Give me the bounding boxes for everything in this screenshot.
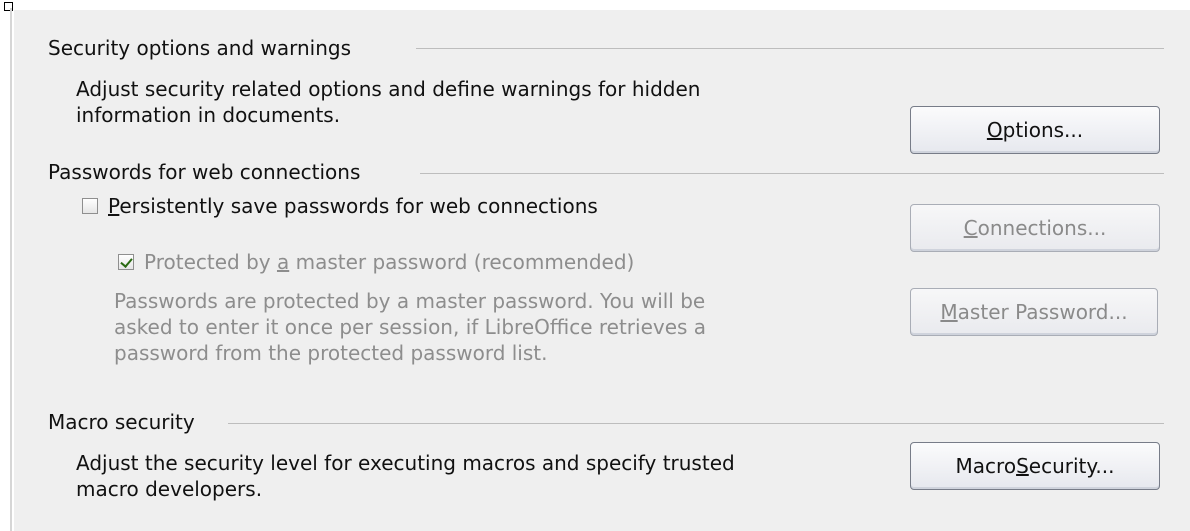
master-password-description: Passwords are protected by a master pass… [114,288,706,366]
macro-button-mnemonic: S [1016,454,1029,478]
master-desc-line3: password from the protected password lis… [114,341,548,365]
master-password-label: Protected by a master password (recommen… [144,250,634,274]
master-password-checkbox[interactable] [118,254,134,270]
persist-passwords-label: Persistently save passwords for web conn… [108,194,598,218]
master-password-button[interactable]: Master Password... [910,288,1158,336]
passwords-separator [420,173,1164,174]
persist-passwords-checkbox[interactable] [82,198,98,214]
master-password-suffix: master password (recommended) [289,250,635,274]
persist-passwords-mnemonic: P [108,194,120,218]
master-password-mnemonic: a [276,250,290,274]
connections-button[interactable]: Connections... [910,204,1160,252]
options-button-mnemonic: O [986,118,1003,142]
options-button[interactable]: Options... [910,106,1160,154]
macro-security-separator [228,423,1164,424]
passwords-title: Passwords for web connections [48,160,361,184]
master-desc-line2: asked to enter it once per session, if L… [114,315,707,339]
master-password-prefix: Protected by [144,250,277,274]
security-options-title: Security options and warnings [48,36,351,60]
macro-button-label: ecurity... [1028,454,1115,478]
macro-security-title: Macro security [48,410,195,434]
security-options-description: Adjust security related options and defi… [76,76,700,128]
security-options-separator [416,48,1164,49]
macro-button-prefix: Macro [955,454,1017,478]
security-options-desc-line2: information in documents. [76,103,341,127]
security-options-heading: Security options and warnings [48,36,351,60]
macro-desc-line2: macro developers. [76,477,263,501]
security-panel: Security options and warnings Adjust sec… [14,10,1190,531]
persist-passwords-text: ersistently save passwords for web conne… [119,194,598,218]
master-password-button-mnemonic: M [940,300,958,324]
connections-button-label: onnections... [977,216,1107,240]
left-edge [10,8,12,531]
macro-security-button[interactable]: Macro Security... [910,442,1160,490]
macro-security-description: Adjust the security level for executing … [76,450,735,502]
options-button-label: ptions... [1002,118,1084,142]
connections-button-mnemonic: C [963,216,978,240]
macro-security-heading: Macro security [48,410,195,434]
security-options-desc-line1: Adjust security related options and defi… [76,77,701,101]
passwords-heading: Passwords for web connections [48,160,360,184]
master-password-button-label: aster Password... [957,300,1128,324]
master-password-checkbox-row[interactable]: Protected by a master password (recommen… [118,250,634,274]
persist-passwords-checkbox-row[interactable]: Persistently save passwords for web conn… [82,194,598,218]
macro-desc-line1: Adjust the security level for executing … [76,451,735,475]
master-desc-line1: Passwords are protected by a master pass… [114,289,706,313]
options-security-page: Security options and warnings Adjust sec… [0,0,1190,531]
